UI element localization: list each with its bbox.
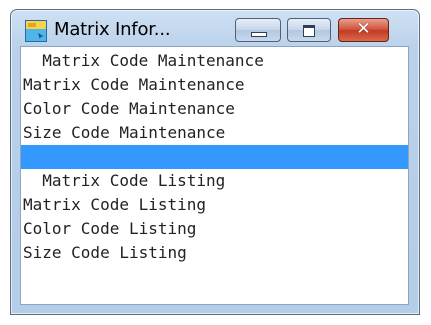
maximize-button[interactable] — [287, 18, 331, 42]
minimize-icon — [251, 32, 267, 37]
list-item[interactable]: Matrix Code Maintenance — [21, 73, 408, 97]
list-item[interactable]: Matrix Code Listing — [21, 169, 408, 193]
list-item[interactable]: Color Code Listing — [21, 217, 408, 241]
menu-list: Matrix Code Maintenance Matrix Code Main… — [21, 49, 408, 265]
list-item[interactable]: Matrix Code Listing — [21, 193, 408, 217]
close-icon: ✕ — [356, 19, 371, 39]
desktop-canvas: Matrix Infor... ✕ Matrix Code Maintenanc… — [0, 0, 431, 325]
matrix-information-window: Matrix Infor... ✕ Matrix Code Maintenanc… — [10, 9, 420, 315]
list-item[interactable]: Size Code Maintenance — [21, 121, 408, 145]
title-bar[interactable]: Matrix Infor... ✕ — [11, 10, 419, 46]
minimize-button[interactable] — [235, 18, 281, 42]
list-item[interactable]: Matrix Code Maintenance — [21, 49, 408, 73]
list-item[interactable]: Size Code Listing — [21, 241, 408, 265]
close-button[interactable]: ✕ — [338, 18, 389, 42]
app-icon — [25, 20, 47, 42]
list-item[interactable]: Color Code Maintenance — [21, 97, 408, 121]
list-item-selected[interactable] — [21, 145, 408, 169]
window-title: Matrix Infor... — [54, 19, 171, 40]
maximize-icon — [303, 25, 315, 37]
menu-list-box[interactable]: Matrix Code Maintenance Matrix Code Main… — [20, 46, 409, 305]
